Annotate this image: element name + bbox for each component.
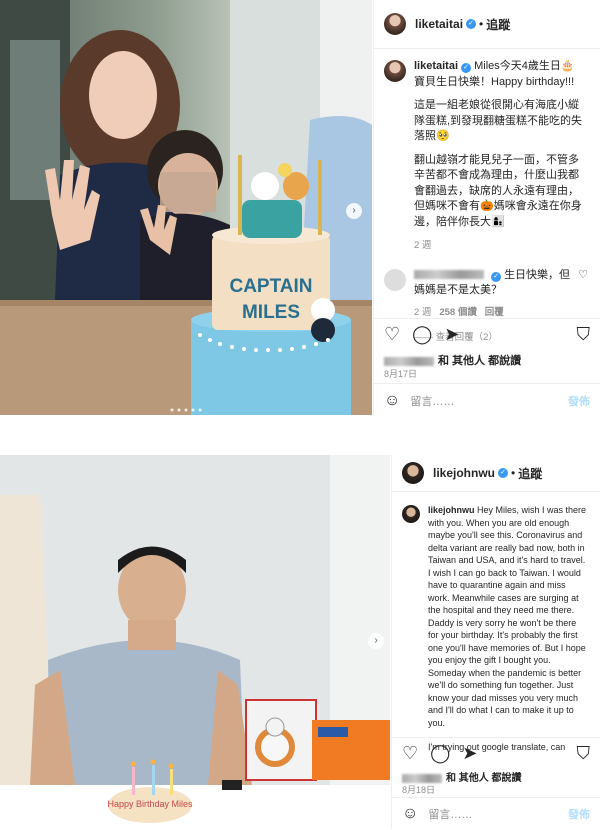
username[interactable]: likejohnwu <box>433 466 495 480</box>
comment-input[interactable]: 留言…… <box>410 393 454 409</box>
post-date: 8月18日 <box>402 785 436 795</box>
post-header: likejohnwu ✓ • 追蹤 <box>392 455 600 492</box>
share-send-icon[interactable]: ➤ <box>462 744 477 762</box>
likes-text[interactable]: 和 其他人 都說讚 <box>438 355 521 367</box>
caption-username[interactable]: liketaitai <box>414 60 458 72</box>
follow-button[interactable]: 追蹤 <box>486 16 510 33</box>
like-heart-icon[interactable]: ♡ <box>402 744 418 762</box>
verified-badge-icon: ✓ <box>491 271 501 282</box>
separator-dot: • <box>479 17 484 31</box>
blurred-liker-name <box>384 356 434 366</box>
likes-summary: 和 其他人 都說讚 <box>402 769 522 784</box>
avatar[interactable] <box>384 60 406 82</box>
verified-badge-icon: ✓ <box>498 468 509 478</box>
post-caption: liketaitai ✓ Miles今天4歲生日🎂 寶貝生日快樂！Happy bi… <box>374 49 600 346</box>
comment-likes[interactable]: 258 個讚 <box>439 307 477 318</box>
action-bar: ♡ ◯ ➤ ⛉ <box>374 318 600 349</box>
caption-paragraph-2: 這是一組老娘從很開心有海底小縱隊蛋糕,到發現翻糖蛋糕不能吃的失落照🥺 <box>414 99 583 142</box>
avatar[interactable] <box>402 505 420 523</box>
next-photo-arrow-icon[interactable]: › <box>368 633 384 649</box>
likes-text[interactable]: 和 其他人 都說讚 <box>446 773 522 784</box>
comment-timestamp: 2 週 <box>414 306 432 318</box>
post-photo-birthday-cake[interactable]: CAPTAIN MILES › <box>0 0 372 415</box>
comment-input[interactable]: 留言…… <box>428 806 472 822</box>
instagram-post-mother: CAPTAIN MILES › liketaitai ✓ • 追蹤 liketa… <box>0 0 600 415</box>
next-photo-arrow-icon[interactable]: › <box>346 203 362 219</box>
caption-username[interactable]: likejohnwu <box>428 505 475 515</box>
caption-timestamp: 2 週 <box>414 240 432 251</box>
post-side-panel: likejohnwu ✓ • 追蹤 likejohnwu Hey Miles, … <box>391 455 600 829</box>
action-bar: ♡ ◯ ➤ ⛉ <box>392 737 600 768</box>
cake-text: Happy Birthday Miles <box>107 799 193 809</box>
emoji-smiley-icon[interactable]: ☺ <box>384 392 400 410</box>
bookmark-save-icon[interactable]: ⛉ <box>577 744 591 762</box>
post-side-panel: liketaitai ✓ • 追蹤 liketaitai ✓ Miles今天4歲生… <box>373 0 600 415</box>
likes-summary: 和 其他人 都說讚 <box>384 352 521 368</box>
blurred-liker-name <box>402 773 442 783</box>
blurred-commenter-name <box>414 270 484 280</box>
avatar[interactable] <box>402 462 424 484</box>
photo-illustration: CAPTAIN MILES <box>0 0 372 415</box>
emoji-smiley-icon[interactable]: ☺ <box>402 805 418 823</box>
cake-text-captain: CAPTAIN <box>229 276 312 297</box>
post-comment-button[interactable]: 發佈 <box>568 393 590 409</box>
comment-input-bar: ☺ 留言…… 發佈 <box>392 797 600 830</box>
comment-bubble-icon[interactable]: ◯ <box>430 744 450 762</box>
comment-bubble-icon[interactable]: ◯ <box>412 325 432 343</box>
caption-paragraph-3: 翻山越嶺才能見兒子一面，不管多辛苦都不會成為理由，什麼山我都會翻過去，缺席的人永… <box>414 153 582 228</box>
comment-input-bar: ☺ 留言…… 發佈 <box>374 383 600 418</box>
post-comment-button[interactable]: 發佈 <box>568 806 590 822</box>
like-heart-icon[interactable]: ♡ <box>384 325 400 343</box>
instagram-post-father: Happy Birthday Miles › likejohnwu ✓ • 追蹤… <box>0 455 600 829</box>
caption-text: Hey Miles, wish I was there with you. Wh… <box>428 505 587 728</box>
verified-badge-icon: ✓ <box>461 63 472 73</box>
post-caption: likejohnwu Hey Miles, wish I was there w… <box>392 492 600 754</box>
cake-text-miles: MILES <box>242 302 300 323</box>
separator-dot: • <box>511 466 516 480</box>
avatar[interactable] <box>384 13 406 35</box>
share-send-icon[interactable]: ➤ <box>444 325 459 343</box>
reply-button[interactable]: 回覆 <box>485 307 504 318</box>
post-header: liketaitai ✓ • 追蹤 <box>374 0 600 49</box>
post-photo-father[interactable]: Happy Birthday Miles › <box>0 455 390 829</box>
bookmark-save-icon[interactable]: ⛉ <box>577 325 591 343</box>
commenter-avatar[interactable] <box>384 268 406 291</box>
post-date: 8月17日 <box>384 369 418 379</box>
username[interactable]: liketaitai <box>415 17 463 31</box>
verified-badge-icon: ✓ <box>466 19 477 29</box>
photo-illustration: Happy Birthday Miles <box>0 455 390 829</box>
follow-button[interactable]: 追蹤 <box>518 465 542 482</box>
